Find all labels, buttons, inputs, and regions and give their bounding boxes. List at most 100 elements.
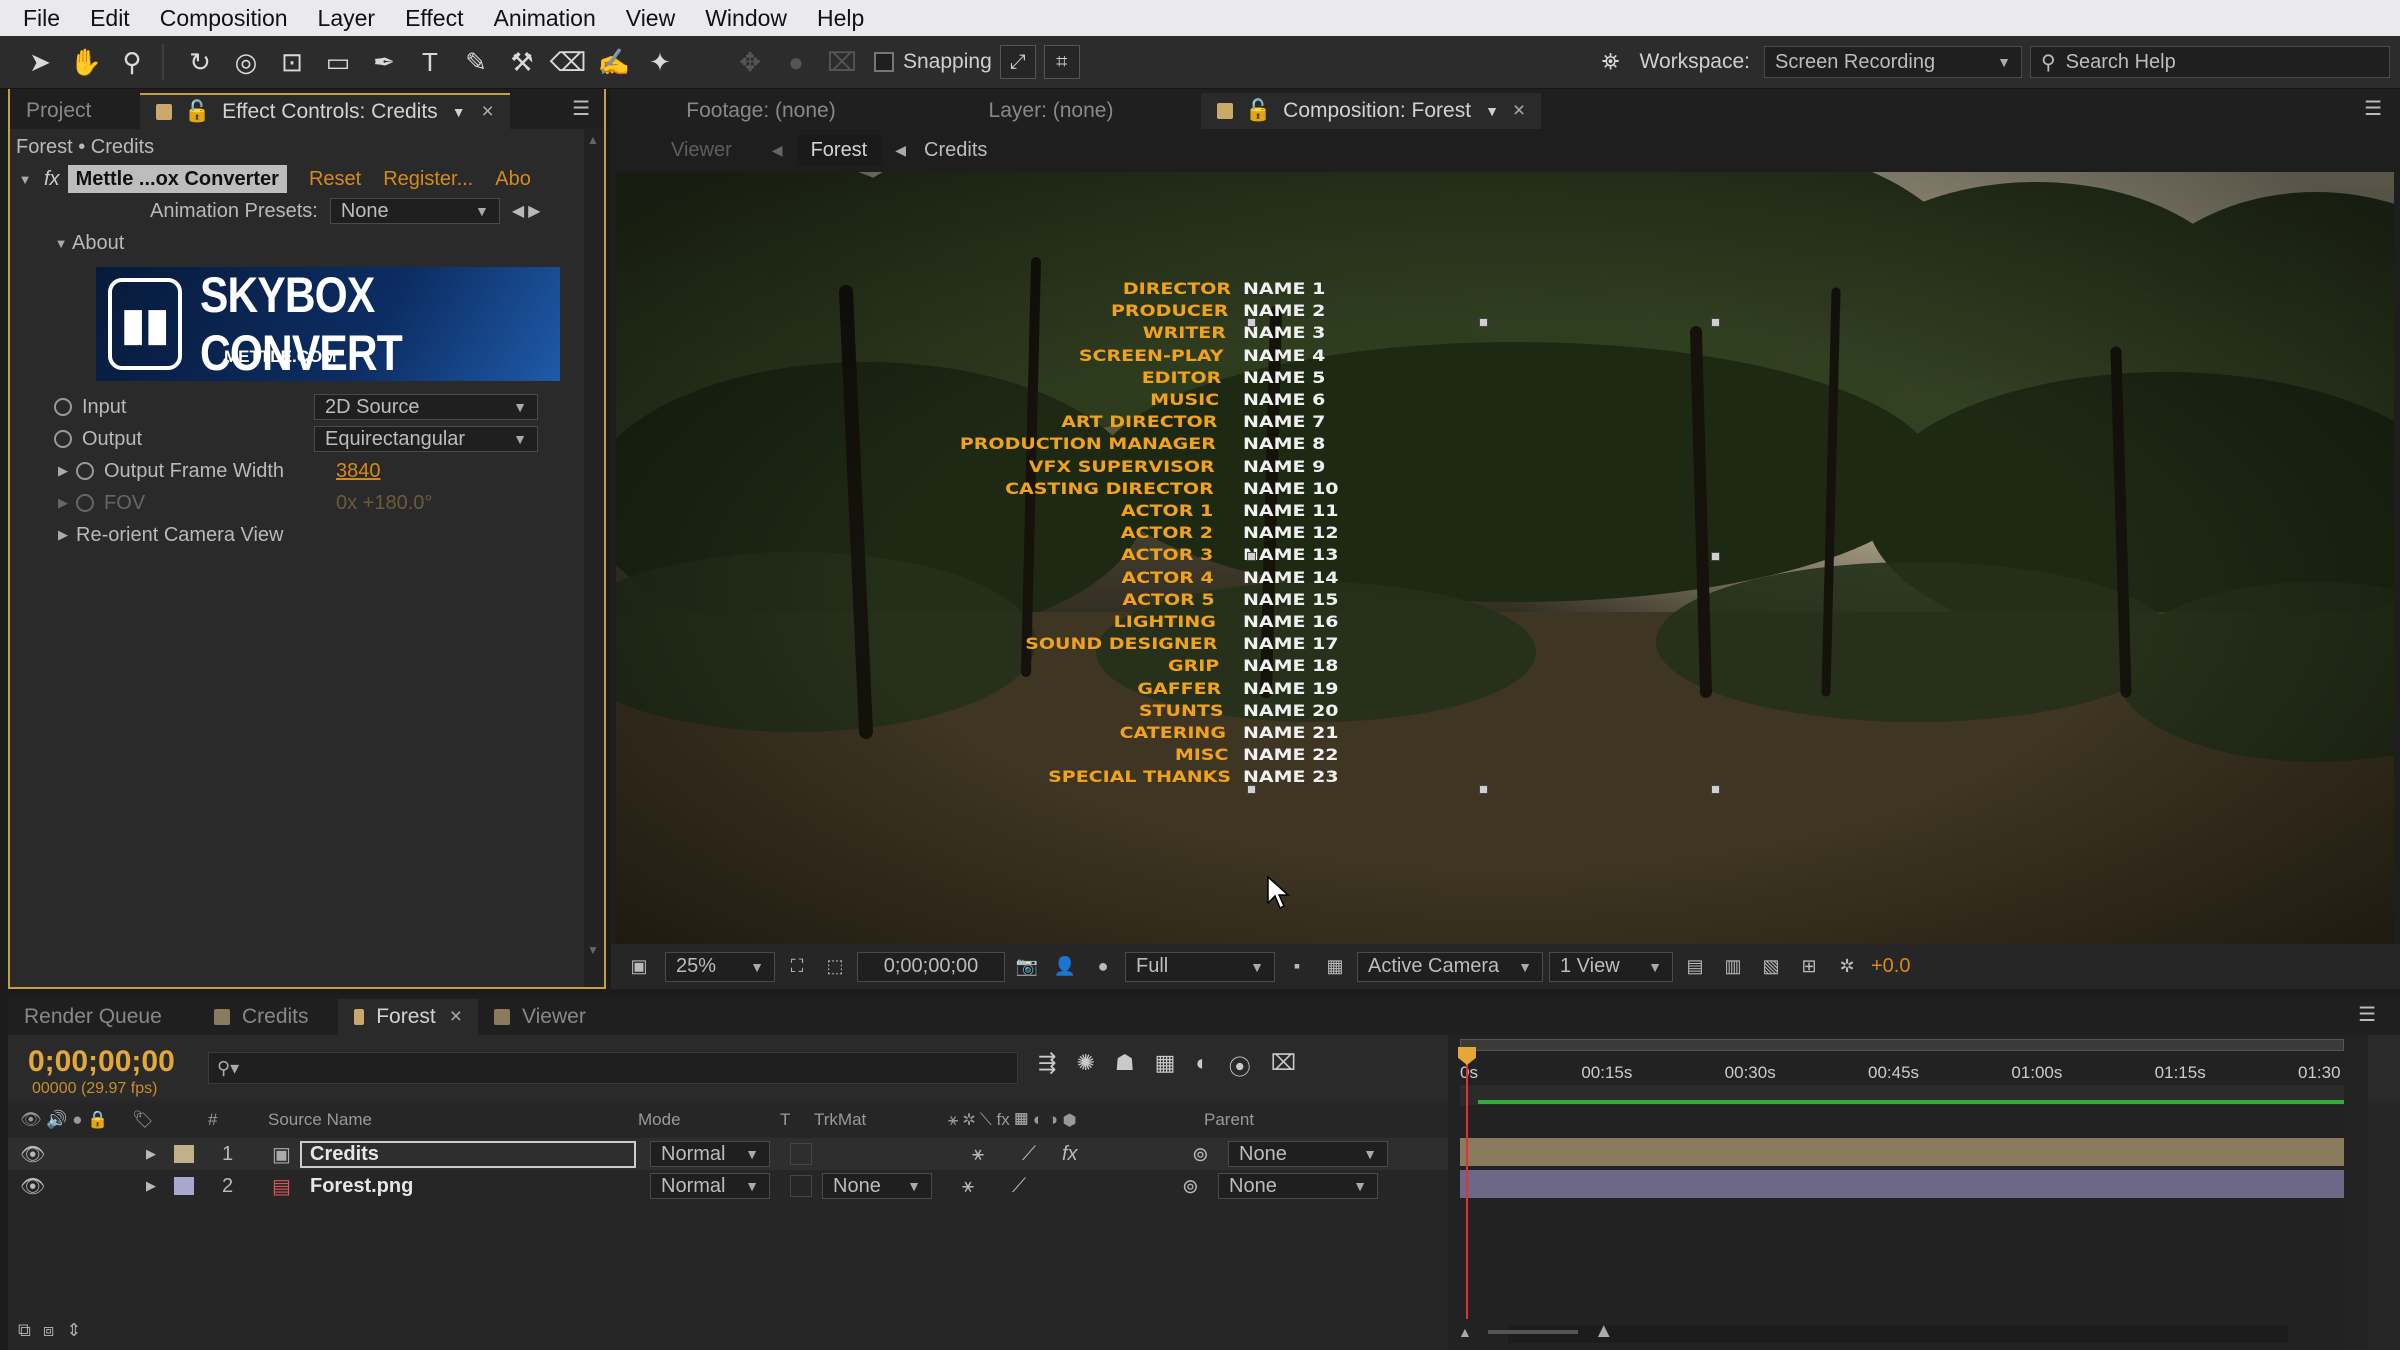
stopwatch-icon[interactable] xyxy=(54,398,72,416)
transparency-grid-icon[interactable]: ▦ xyxy=(1319,952,1351,982)
time-graph[interactable]: 0s 00:15s 00:30s 00:45s 01:00s 01:15s 01:30 xyxy=(1448,1035,2368,1350)
prev-preset-icon[interactable]: ◀ xyxy=(512,201,524,221)
layer-duration-bar[interactable] xyxy=(1460,1138,2344,1166)
quality-switch-icon[interactable]: ⟋ xyxy=(1022,1143,1062,1166)
panel-menu-icon[interactable]: ☰ xyxy=(2364,96,2382,121)
composition-canvas[interactable]: DIRECTOR NAME 1 PRODUCER NAME 2 WRITER NAME 3… xyxy=(616,172,2394,944)
zoom-tool-icon[interactable]: ⚲ xyxy=(112,42,152,82)
triangle-right-icon[interactable]: ▶ xyxy=(146,1178,166,1194)
pick-whip-icon[interactable]: ⊚ xyxy=(1192,1142,1222,1167)
menu-effect[interactable]: Effect xyxy=(390,0,478,36)
about-link[interactable]: Abo xyxy=(495,168,531,191)
preserve-transparency-checkbox[interactable] xyxy=(790,1143,812,1165)
layer-name[interactable]: Forest.png xyxy=(300,1175,636,1198)
rotate-tool-icon[interactable]: ↻ xyxy=(180,42,220,82)
triangle-down-icon[interactable]: ▼ xyxy=(14,172,36,187)
exposure-value[interactable]: +0.0 xyxy=(1871,955,1910,978)
chevron-down-icon[interactable]: ▼ xyxy=(452,104,466,120)
pan-behind-tool-icon[interactable]: ⊡ xyxy=(272,42,312,82)
clone-stamp-tool-icon[interactable]: ⚒ xyxy=(502,42,542,82)
transform-handle[interactable] xyxy=(1711,318,1720,327)
always-preview-icon[interactable]: ▣ xyxy=(623,952,655,982)
tab-viewer[interactable]: Viewer xyxy=(478,999,618,1035)
snapping-checkbox[interactable] xyxy=(874,52,894,72)
table-row[interactable]: 👁 ▶ 1 ▣ Credits Normal ▼ ⚹ ⟋ fx ⊚ None ▼ xyxy=(8,1138,1448,1170)
track-matte-dropdown[interactable]: None ▼ xyxy=(822,1173,932,1199)
fit-frame-icon[interactable]: ⛶ xyxy=(781,952,813,982)
tab-layer[interactable]: Layer: (none) xyxy=(911,93,1191,129)
blend-mode-dropdown[interactable]: Normal ▼ xyxy=(650,1173,770,1199)
frame-blending-icon[interactable]: ▦ xyxy=(1155,1050,1176,1082)
rectangle-tool-icon[interactable]: ▭ xyxy=(318,42,358,82)
toggle-pixel-aspect-icon[interactable]: ▤ xyxy=(1679,952,1711,982)
snapshot-camera-icon[interactable]: 📷 xyxy=(1011,952,1043,982)
draft-3d-icon[interactable]: ✺ xyxy=(1076,1050,1094,1082)
chevron-down-icon[interactable]: ▼ xyxy=(1485,103,1499,119)
layer-duration-bar[interactable] xyxy=(1460,1170,2344,1198)
tab-project[interactable]: Project xyxy=(10,93,140,129)
stopwatch-icon[interactable] xyxy=(76,462,94,480)
transform-handle[interactable] xyxy=(1247,318,1256,327)
label-color-swatch[interactable] xyxy=(174,1145,194,1163)
scroll-up-icon[interactable]: ▲ xyxy=(587,133,599,147)
output-width-value[interactable]: 3840 xyxy=(336,460,381,483)
tab-effect-controls[interactable]: 🔓 Effect Controls: Credits ▼ × xyxy=(140,93,510,129)
menu-composition[interactable]: Composition xyxy=(145,0,303,36)
tab-composition[interactable]: 🔓 Composition: Forest ▼ × xyxy=(1201,93,1542,129)
panel-menu-icon[interactable]: ☰ xyxy=(2358,1002,2376,1027)
reorient-camera-row[interactable]: ▶ Re-orient Camera View xyxy=(50,519,284,551)
subtab-credits[interactable]: Credits xyxy=(924,139,987,162)
reset-exposure-icon[interactable]: ✲ xyxy=(1831,952,1863,982)
eye-icon[interactable]: 👁 xyxy=(20,1174,60,1199)
nav-back-icon[interactable]: ◀ xyxy=(895,142,906,159)
in-out-toggle-icon[interactable]: ⇕ xyxy=(66,1320,81,1341)
stopwatch-icon[interactable] xyxy=(54,430,72,448)
current-time-field[interactable]: 0;00;00;00 xyxy=(857,951,1005,982)
shy-switch-icon[interactable]: ⚹ xyxy=(972,1143,1012,1166)
region-of-interest-icon[interactable]: ⬚ xyxy=(819,952,851,982)
search-help-field[interactable]: ⚲ Search Help xyxy=(2030,46,2390,78)
subtab-forest[interactable]: Forest xyxy=(796,134,882,166)
tab-forest-comp[interactable]: Forest × xyxy=(338,999,478,1035)
comp-mini-flowchart-icon[interactable]: ⇶ xyxy=(1038,1050,1056,1082)
puppet-pin-tool-icon[interactable]: ✦ xyxy=(640,42,680,82)
eye-icon[interactable]: 👁 xyxy=(20,1142,60,1167)
type-tool-icon[interactable]: T xyxy=(410,42,450,82)
zoom-slider-track[interactable] xyxy=(1487,1329,1578,1334)
fast-previews-icon[interactable]: ▪ xyxy=(1281,952,1313,982)
timeline-toggle-icon[interactable]: ▧ xyxy=(1755,952,1787,982)
zoom-out-icon[interactable]: ▲ xyxy=(1458,1324,1472,1340)
transfer-controls-toggle-icon[interactable]: ⧈ xyxy=(43,1320,54,1341)
menu-animation[interactable]: Animation xyxy=(478,0,610,36)
eraser-tool-icon[interactable]: ⌫ xyxy=(548,42,588,82)
menu-layer[interactable]: Layer xyxy=(303,0,391,36)
transform-handle[interactable] xyxy=(1711,785,1720,794)
triangle-right-icon[interactable]: ▶ xyxy=(146,1146,166,1162)
transform-handle[interactable] xyxy=(1247,552,1256,561)
transform-handle[interactable] xyxy=(1479,785,1488,794)
camera-orbit-tool-icon[interactable]: ◎ xyxy=(226,42,266,82)
zoom-in-icon[interactable]: ▲ xyxy=(1594,1320,1614,1343)
time-navigator[interactable] xyxy=(1508,1325,2288,1343)
reset-link[interactable]: Reset xyxy=(309,168,361,191)
pen-tool-icon[interactable]: ✒ xyxy=(364,42,404,82)
layer-search-input[interactable]: ⚲▾ xyxy=(208,1052,1018,1084)
timeline-timecode[interactable]: 0;00;00;00 xyxy=(28,1045,175,1079)
timeline-scrollbar[interactable] xyxy=(2346,1035,2368,1350)
blend-mode-dropdown[interactable]: Normal ▼ xyxy=(650,1141,770,1167)
input-dropdown[interactable]: 2D Source ▼ xyxy=(314,394,538,420)
output-dropdown[interactable]: Equirectangular ▼ xyxy=(314,426,538,452)
channel-rgb-icon[interactable]: ● xyxy=(1087,952,1119,982)
menu-view[interactable]: View xyxy=(611,0,690,36)
zoom-dropdown[interactable]: 25% ▼ xyxy=(665,951,775,982)
zoom-slider[interactable]: ▲ ▲ xyxy=(1458,1320,1614,1343)
fx-icon[interactable]: fx xyxy=(44,168,60,191)
tab-render-queue[interactable]: Render Queue xyxy=(8,999,198,1035)
transform-handle[interactable] xyxy=(1479,318,1488,327)
triangle-right-icon[interactable]: ▶ xyxy=(50,495,76,511)
motion-blur-icon[interactable]: ◐ xyxy=(1195,1050,1208,1082)
resolution-dropdown[interactable]: Full ▼ xyxy=(1125,951,1275,982)
next-preset-icon[interactable]: ▶ xyxy=(528,201,540,221)
show-snapshot-icon[interactable]: 👤 xyxy=(1049,952,1081,982)
effect-name[interactable]: Mettle ...ox Converter xyxy=(67,165,287,193)
